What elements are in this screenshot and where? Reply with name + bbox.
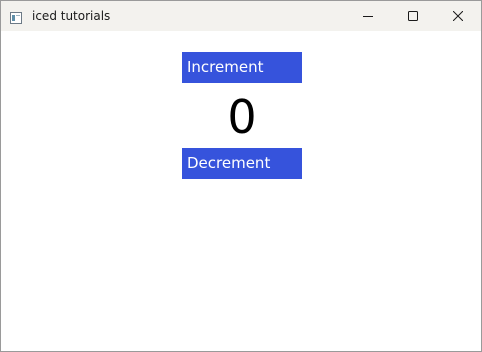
decrement-button[interactable]: Decrement	[182, 148, 302, 179]
close-button[interactable]	[435, 1, 481, 31]
increment-button[interactable]: Increment	[182, 52, 302, 83]
counter-value: 0	[227, 90, 257, 144]
close-icon	[453, 11, 463, 21]
minimize-icon	[363, 16, 373, 17]
window-title: iced tutorials	[32, 9, 111, 23]
app-window-icon	[10, 9, 22, 24]
maximize-icon	[408, 11, 418, 21]
maximize-button[interactable]	[390, 1, 436, 31]
minimize-button[interactable]	[345, 1, 391, 31]
title-bar[interactable]: iced tutorials	[1, 1, 481, 31]
app-window: iced tutorials Increment 0 Decrement	[0, 0, 482, 352]
